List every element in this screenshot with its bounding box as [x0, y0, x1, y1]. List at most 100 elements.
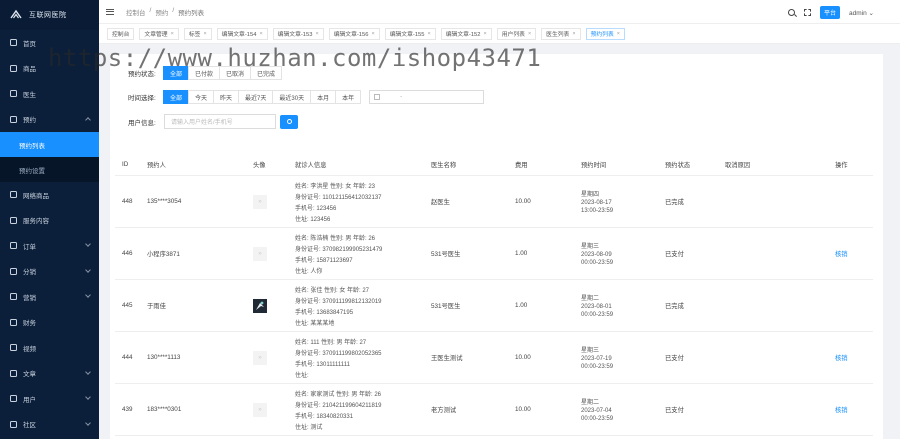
tab-item[interactable]: 编辑文章-152 ×: [440, 27, 492, 40]
row-time: 星期三 2023-07-19 00:00-23:59: [574, 345, 658, 370]
sidebar-item-services[interactable]: 服务内容: [0, 208, 99, 234]
tab-label: 编辑文章-156: [333, 32, 369, 38]
time-line: 星期三: [581, 244, 600, 250]
close-icon[interactable]: ×: [259, 31, 262, 37]
time-option[interactable]: 本年: [335, 90, 362, 104]
sidebar-item-online-products[interactable]: 网络商品: [0, 182, 99, 208]
tab-item[interactable]: 控制台: [107, 27, 135, 40]
tab-item[interactable]: 用户列表 ×: [496, 27, 537, 40]
app-logo[interactable]: 互联网医院: [0, 0, 99, 30]
sidebar-item-community[interactable]: 社区: [0, 412, 99, 438]
tab-item[interactable]: 标签 ×: [183, 27, 212, 40]
search-icon[interactable]: [788, 9, 795, 16]
row-avatar: »: [246, 194, 288, 209]
tab-item-active[interactable]: 预约列表 ×: [585, 27, 625, 40]
patient-info-line: 姓名: 陈浩楠 性别: 男 年龄: 26: [295, 235, 376, 242]
tab-item[interactable]: 编辑文章-154 ×: [216, 27, 268, 40]
status-option[interactable]: 已完成: [250, 66, 283, 80]
sidebar-item-distribution[interactable]: 分销: [0, 259, 99, 285]
status-option[interactable]: 全部: [163, 66, 190, 80]
date-range-picker[interactable]: -: [369, 90, 485, 104]
sidebar-item-home[interactable]: 首页: [0, 30, 99, 56]
sidebar-item-marketing[interactable]: 营销: [0, 284, 99, 310]
sidebar-item-label: 服务内容: [23, 218, 49, 226]
menu-toggle-icon[interactable]: [106, 8, 114, 15]
row-action[interactable]: 核销: [828, 405, 873, 414]
close-icon[interactable]: ×: [203, 31, 206, 37]
breadcrumb: 控制台 / 预约 / 预约列表: [126, 7, 204, 17]
filter-label: 时间选择:: [128, 95, 156, 102]
row-fee: 1.00: [508, 302, 574, 309]
user-menu[interactable]: admin ⌄: [849, 9, 874, 17]
row-time: 星期四 2023-08-17 13:00-23:59: [574, 189, 658, 214]
fee-value: 10.00: [515, 198, 531, 205]
column-header: 医生名称: [431, 162, 457, 169]
sidebar-item-label: 社区: [23, 422, 36, 430]
sidebar-item-video[interactable]: 视频: [0, 335, 99, 361]
time-option[interactable]: 全部: [163, 90, 190, 104]
time-option[interactable]: 今天: [188, 90, 215, 104]
close-icon[interactable]: ×: [171, 31, 174, 37]
status-value: 已支付: [665, 251, 684, 258]
breadcrumb-item[interactable]: 预约: [155, 7, 168, 17]
sidebar-subitem-appointment-list[interactable]: 预约列表: [0, 132, 99, 157]
time-option[interactable]: 本月: [310, 90, 337, 104]
time-line: 00:00-23:59: [581, 312, 614, 318]
patient-info: 姓名: 家家测试 性别: 男 年龄: 26 身份证号: 2104211996042…: [295, 389, 424, 431]
tab-item[interactable]: 医生列表 ×: [541, 27, 581, 40]
sidebar-subitem-appointment-settings[interactable]: 预约设置: [0, 157, 99, 182]
tab-item[interactable]: 编辑文章-155 ×: [384, 27, 436, 40]
row-status: 已支付: [658, 353, 718, 362]
row-fee: 10.00: [508, 198, 574, 205]
close-icon[interactable]: ×: [428, 31, 431, 37]
chevron-down-icon: [85, 368, 91, 375]
row-avatar: »: [246, 402, 288, 417]
close-icon[interactable]: ×: [315, 31, 318, 37]
time-option[interactable]: 昨天: [213, 90, 240, 104]
close-icon[interactable]: ×: [528, 31, 531, 37]
video-icon: [10, 344, 17, 352]
logo-icon: [8, 8, 24, 22]
patient-info-line: 住址: 某某某地: [295, 320, 335, 327]
patient-info-line: 住址: 人你: [295, 268, 323, 275]
doctor-name: 531号医生: [431, 251, 461, 258]
sidebar: 互联网医院 首页 商品 医生 预约 预约列表 预约设置 网络商品 服务内容 订单…: [0, 0, 99, 439]
patient-info-line: 身份证号: 370911199812132019: [295, 298, 382, 305]
row-time: 星期二 2023-07-04 00:00-23:59: [574, 397, 658, 422]
row-status: 已支付: [658, 249, 718, 258]
search-button[interactable]: [280, 114, 298, 129]
time-line: 13:00-23:59: [581, 208, 614, 214]
tab-label: 用户列表: [501, 32, 525, 38]
sidebar-item-orders[interactable]: 订单: [0, 233, 99, 259]
status-option[interactable]: 已取消: [219, 66, 252, 80]
row-action[interactable]: 核销: [828, 249, 873, 258]
time-line: 星期四: [581, 192, 600, 198]
sidebar-item-users[interactable]: 用户: [0, 386, 99, 412]
users-icon: [10, 395, 17, 403]
filter-time: 时间选择: 全部 今天 昨天 最近7天 最近30天 本月 本年 -: [128, 90, 485, 104]
sidebar-item-appointments[interactable]: 预约: [0, 107, 99, 133]
close-icon[interactable]: ×: [572, 31, 575, 37]
tab-item[interactable]: 编辑文章-156 ×: [328, 27, 380, 40]
tab-item[interactable]: 文章管理 ×: [139, 27, 179, 40]
sidebar-item-doctors[interactable]: 医生: [0, 81, 99, 107]
tab-item[interactable]: 编辑文章-153 ×: [272, 27, 324, 40]
status-option[interactable]: 已付款: [188, 66, 221, 80]
row-action[interactable]: 核销: [828, 353, 873, 362]
breadcrumb-item[interactable]: 控制台: [126, 7, 146, 17]
sidebar-item-label: 用户: [23, 396, 36, 404]
sidebar-item-label: 医生: [23, 91, 36, 99]
close-icon[interactable]: ×: [617, 31, 620, 37]
close-icon[interactable]: ×: [371, 31, 374, 37]
time-option[interactable]: 最近30天: [272, 90, 312, 104]
user-search-input[interactable]: 请输入用户姓名/手机号: [164, 114, 276, 129]
table-row: 444 130****1113 » 姓名: 111 性别: 男 年龄: 27 身份证号:…: [115, 332, 873, 384]
fullscreen-icon[interactable]: [804, 9, 811, 16]
verify-link: 核销: [835, 251, 848, 258]
sidebar-item-finance[interactable]: 财务: [0, 310, 99, 336]
sidebar-item-products[interactable]: 商品: [0, 56, 99, 82]
fee-value: 10.00: [515, 354, 531, 361]
time-option[interactable]: 最近7天: [238, 90, 274, 104]
sidebar-item-articles[interactable]: 文章: [0, 361, 99, 387]
close-icon[interactable]: ×: [484, 31, 487, 37]
